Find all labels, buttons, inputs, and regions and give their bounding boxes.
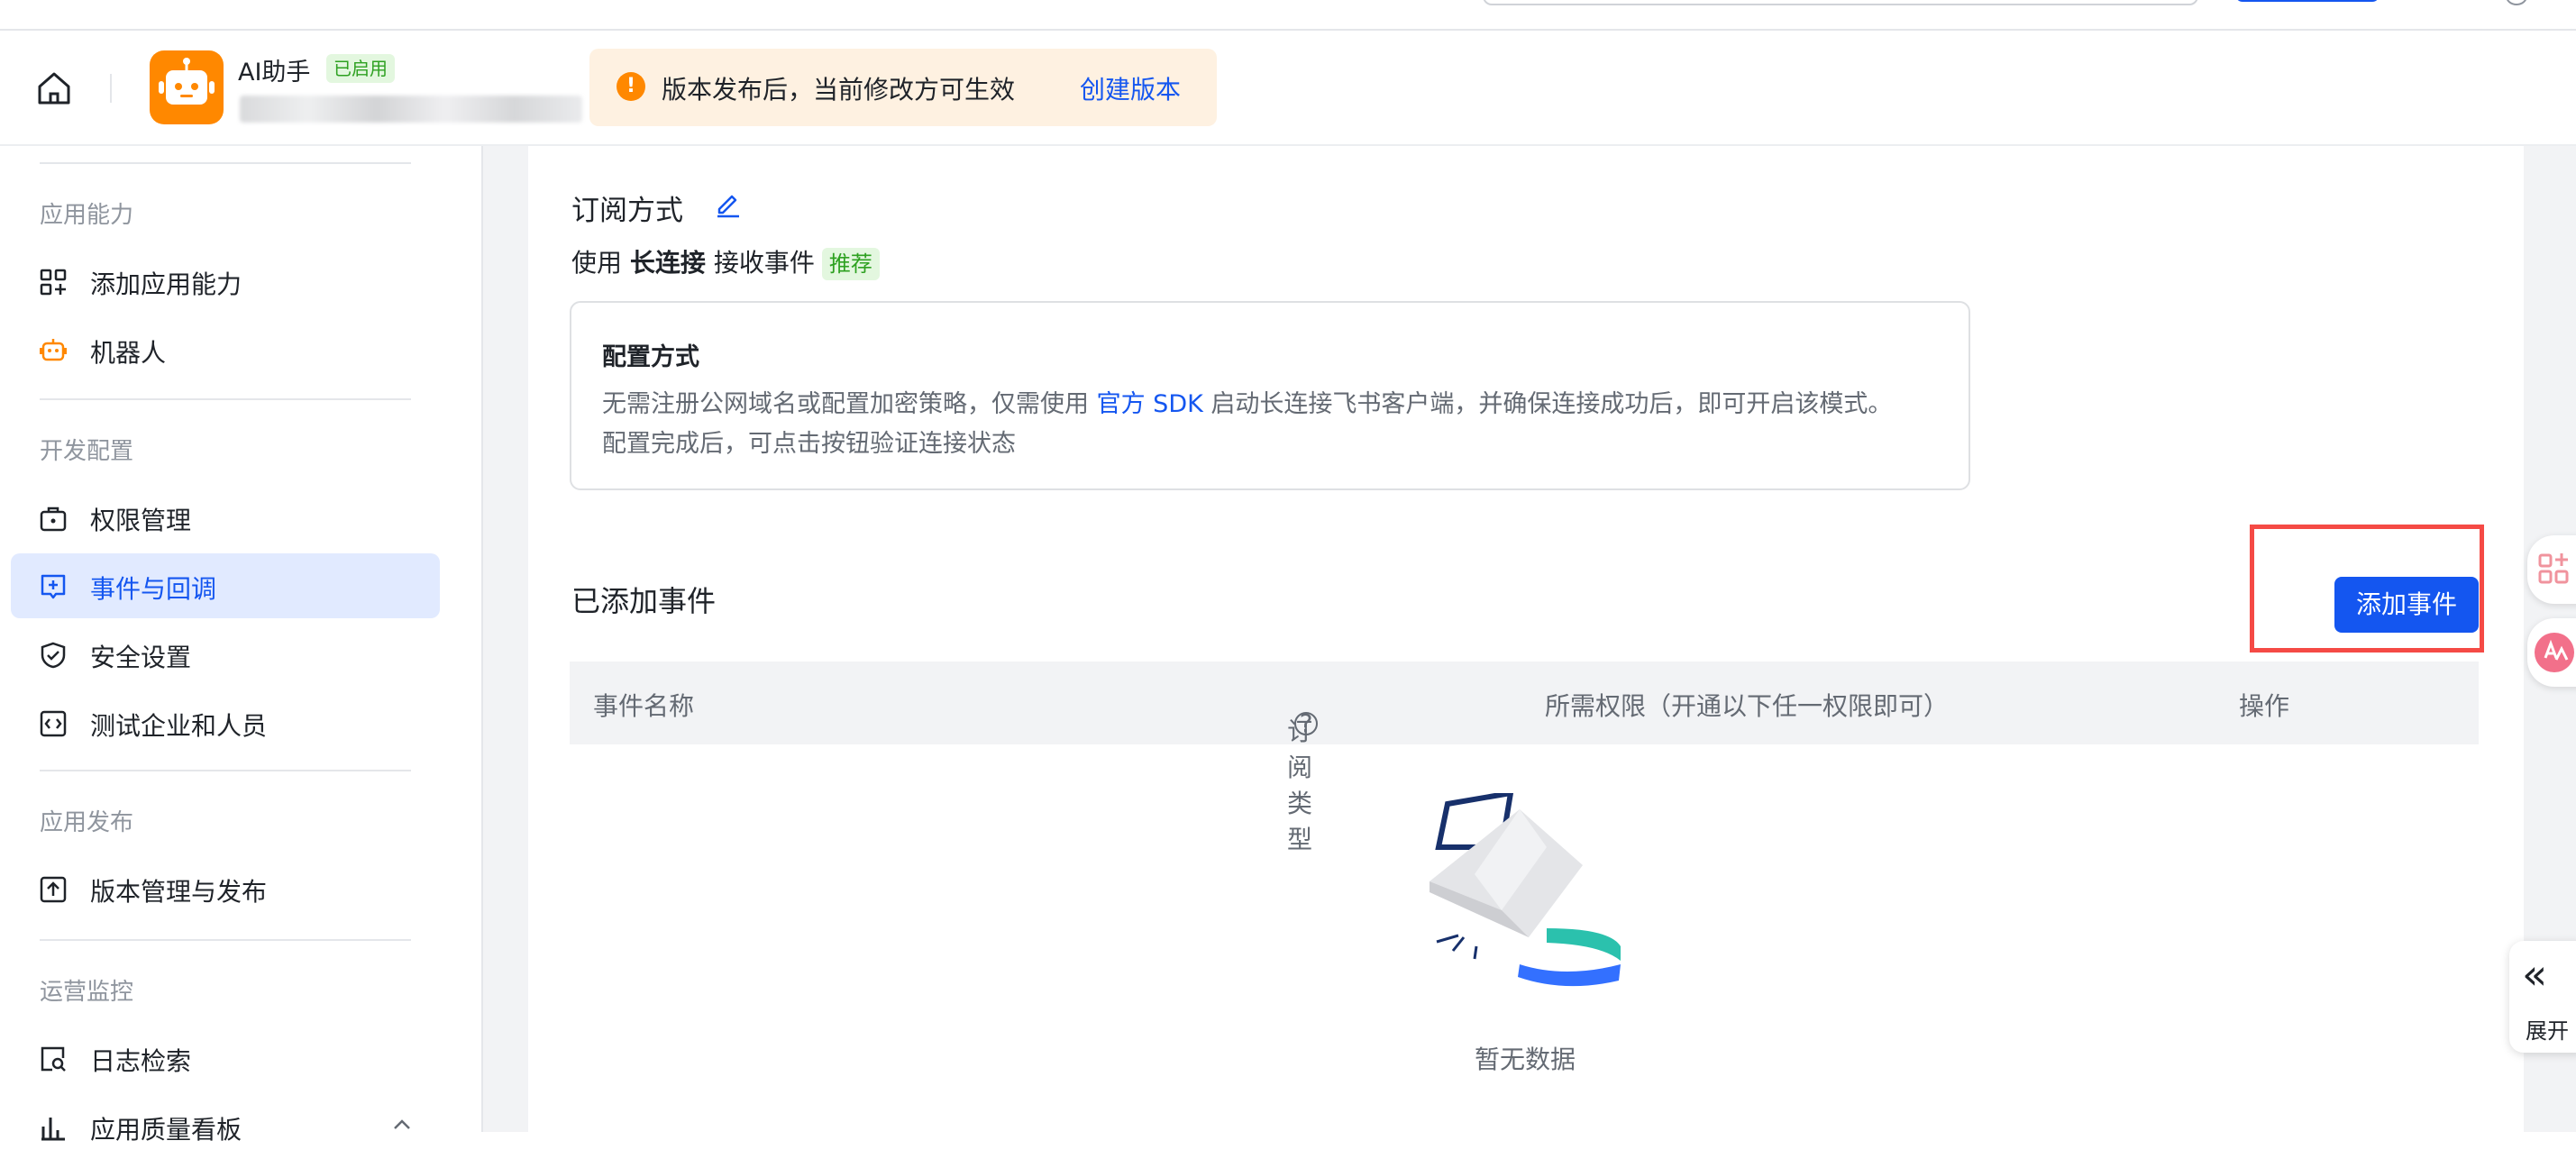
config-info-box: 配置方式 无需注册公网域名或配置加密策略，仅需使用 官方 SDK 启动长连接飞书…	[570, 301, 1970, 490]
sidebar-item-quality-dashboard[interactable]: 应用质量看板	[11, 1094, 440, 1159]
warning-icon: !	[617, 72, 645, 101]
config-desc-line1: 无需注册公网域名或配置加密策略，仅需使用 官方 SDK 启动长连接飞书客户端，并…	[602, 384, 1892, 419]
home-icon[interactable]	[32, 67, 76, 110]
config-title: 配置方式	[602, 343, 699, 371]
sidebar-item-label: 安全设置	[90, 643, 192, 672]
sidebar-item-label: 事件与回调	[90, 574, 217, 604]
top-avatar[interactable]	[2506, 0, 2527, 5]
sidebar-group-title: 开发配置	[40, 438, 134, 465]
column-header-actions: 操作	[2239, 691, 2290, 721]
sidebar-item-label: 添加应用能力	[90, 269, 242, 299]
sidebar-group-title: 应用能力	[40, 202, 134, 229]
help-icon[interactable]: ?	[1294, 711, 1318, 736]
sidebar-item-log-search[interactable]: 日志检索	[11, 1026, 440, 1091]
app-avatar-icon	[150, 50, 224, 124]
sidebar-item-robot[interactable]: 机器人	[11, 317, 440, 382]
version-notice-banner: ! 版本发布后，当前修改方可生效 创建版本	[589, 49, 1217, 126]
blurred-app-description	[240, 96, 582, 123]
create-version-link[interactable]: 创建版本	[1080, 70, 1181, 106]
top-search-box[interactable]	[1483, 0, 2198, 5]
sidebar-item-events-callbacks[interactable]: 事件与回调	[11, 553, 440, 618]
config-desc-part2: 启动长连接飞书客户端，并确保连接成功后，即可开启该模式。	[1210, 390, 1893, 418]
expand-label: 展开	[2526, 1018, 2569, 1044]
sidebar-item-label: 权限管理	[90, 506, 192, 535]
sidebar-item-test-enterprise[interactable]: 测试企业和人员	[11, 690, 440, 755]
events-table-header: 事件名称 订阅类型? 所需权限（开通以下任一权限即可） 操作	[570, 662, 2479, 854]
config-desc-part1: 无需注册公网域名或配置加密策略，仅需使用	[602, 390, 1089, 418]
lock-box-icon	[40, 505, 67, 532]
status-badge: 已启用	[326, 54, 395, 83]
empty-box-illustration	[1411, 789, 1628, 1000]
grid-plus-icon	[40, 269, 67, 296]
mode-prefix: 使用	[571, 248, 623, 278]
notice-text: 版本发布后，当前修改方可生效	[662, 75, 1016, 105]
sidebar-item-label: 测试企业和人员	[90, 711, 268, 741]
sidebar-divider	[40, 398, 411, 400]
sidebar-item-version-release[interactable]: 版本管理与发布	[11, 856, 440, 921]
added-events-title: 已添加事件	[571, 584, 717, 618]
chevron-up-icon[interactable]	[389, 1112, 415, 1141]
mode-value: 长连接	[629, 248, 706, 278]
official-sdk-link[interactable]: 官方 SDK	[1097, 390, 1203, 418]
top-strip	[0, 0, 2576, 31]
sidebar-item-permissions[interactable]: 权限管理	[11, 485, 440, 550]
empty-state-text: 暂无数据	[1475, 1045, 1576, 1074]
subscription-title: 订阅方式	[571, 195, 683, 227]
app-header: AI助手 已启用 ! 版本发布后，当前修改方可生效 创建版本	[0, 31, 2576, 146]
apps-sparkle-icon	[2536, 552, 2572, 591]
sidebar-item-label: 机器人	[90, 338, 167, 368]
column-header-permissions: 所需权限（开通以下任一权限即可）	[1545, 691, 1950, 721]
robot-icon	[40, 337, 67, 364]
sidebar: 应用能力 添加应用能力 机器人 开发配置 权限管理 事件与回调 安全设置 测试企…	[0, 146, 483, 1145]
subscription-mode-line: 使用 长连接 接收事件 推荐	[571, 243, 880, 280]
bar-chart-icon	[40, 1114, 67, 1141]
sidebar-divider	[40, 162, 411, 164]
mode-suffix: 接收事件	[713, 248, 815, 278]
sidebar-divider	[40, 770, 411, 771]
header-divider	[110, 74, 112, 103]
sidebar-group-title: 应用发布	[40, 809, 134, 836]
double-chevron-left-icon: «	[2522, 950, 2548, 999]
highlight-box	[2250, 525, 2484, 653]
column-header-event-name: 事件名称	[593, 691, 695, 721]
sidebar-item-label: 版本管理与发布	[90, 877, 268, 907]
apps-plus-floating-button[interactable]	[2527, 535, 2576, 604]
recommended-tag: 推荐	[821, 248, 880, 280]
sidebar-item-label: 日志检索	[90, 1046, 192, 1076]
event-icon	[40, 573, 67, 600]
config-desc-line2: 配置完成后，可点击按钮验证连接状态	[602, 430, 1016, 458]
shield-icon	[40, 642, 67, 669]
translate-icon	[2533, 631, 2576, 678]
sidebar-item-security[interactable]: 安全设置	[11, 622, 440, 687]
upload-icon	[40, 876, 67, 903]
edit-pencil-icon[interactable]	[714, 189, 743, 218]
sidebar-divider	[40, 939, 411, 941]
sidebar-item-add-capability[interactable]: 添加应用能力	[11, 249, 440, 314]
expand-panel-button[interactable]: « 展开	[2509, 941, 2576, 1053]
log-search-icon	[40, 1045, 67, 1072]
sidebar-item-label: 应用质量看板	[90, 1115, 242, 1145]
translate-floating-button[interactable]	[2527, 618, 2576, 687]
sidebar-group-title: 运营监控	[40, 979, 134, 1006]
top-primary-button[interactable]	[2235, 0, 2380, 2]
app-name: AI助手	[238, 59, 311, 87]
code-icon	[40, 710, 67, 737]
